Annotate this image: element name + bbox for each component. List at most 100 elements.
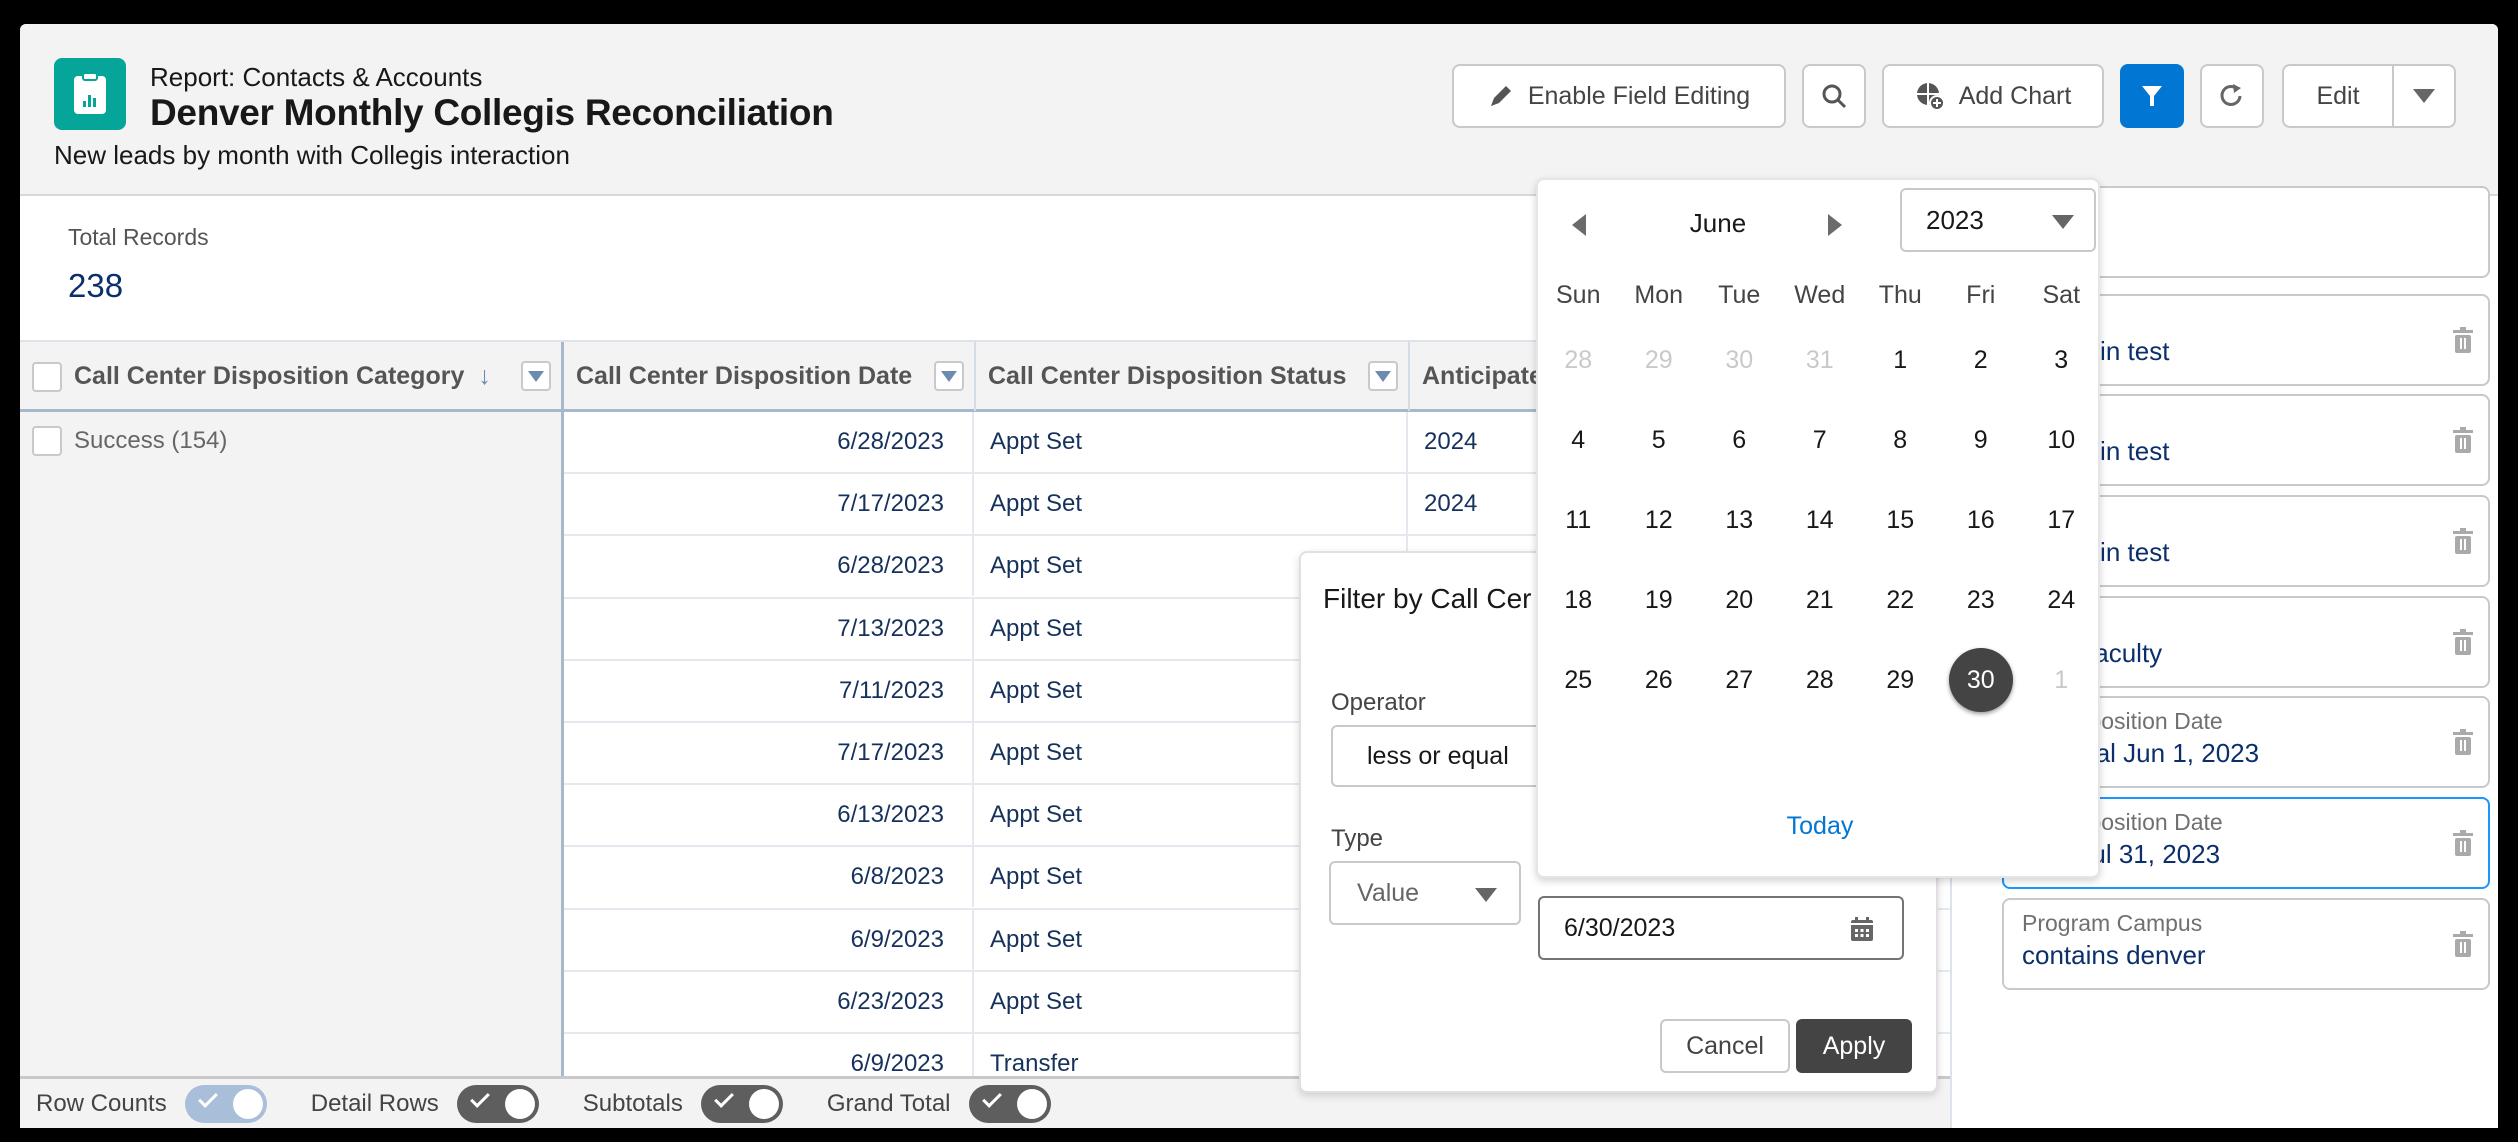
next-month-icon[interactable] <box>1828 214 1842 236</box>
group-column: Success (154) <box>20 412 564 1080</box>
calendar-day[interactable]: 3 <box>2021 328 2102 392</box>
weekday-label: Sun <box>1556 281 1601 309</box>
cell-date: 7/11/2023 <box>564 660 974 721</box>
today-button[interactable]: Today <box>1538 812 2102 841</box>
column-menu-button[interactable] <box>934 361 964 391</box>
trash-icon[interactable] <box>2452 527 2474 555</box>
toggle-label: Grand Total <box>826 1089 951 1117</box>
type-select[interactable]: Value <box>1329 861 1521 925</box>
calendar-day[interactable]: 17 <box>2021 488 2102 552</box>
toggle-row-counts[interactable] <box>184 1084 267 1123</box>
calendar-day[interactable]: 18 <box>1538 568 1619 632</box>
calendar-day[interactable]: 22 <box>1860 568 1941 632</box>
weekday-header: Sun Mon Tue Wed Thu Fri Sat <box>1538 270 2102 320</box>
filter-value: contains denver <box>2022 940 2206 970</box>
calendar-day[interactable]: 8 <box>1860 408 1941 472</box>
checkmark-icon <box>981 1087 1002 1108</box>
calendar-day[interactable]: 7 <box>1780 408 1861 472</box>
calendar-day[interactable]: 11 <box>1538 488 1619 552</box>
column-menu-button[interactable] <box>521 361 551 391</box>
apply-button[interactable]: Apply <box>1796 1019 1912 1073</box>
column-header-label: Call Center Disposition Category <box>74 362 465 390</box>
calendar-day[interactable]: 14 <box>1780 488 1861 552</box>
search-button[interactable] <box>1802 64 1866 128</box>
calendar-grid: Sun Mon Tue Wed Thu Fri Sat 28 29 30 31 1 2 3 4 5 6 7 8 9 10… <box>1538 270 2102 720</box>
operator-select[interactable]: less or equal <box>1331 725 1561 787</box>
edit-button[interactable]: Edit <box>2284 66 2394 126</box>
previous-month-icon[interactable] <box>1572 214 1586 236</box>
filter-card[interactable]: Program Campus contains denver <box>2002 898 2490 990</box>
edit-menu-button[interactable] <box>2394 89 2454 103</box>
toggle-grand-total[interactable] <box>968 1084 1051 1123</box>
calendar-day[interactable]: 28 <box>1780 648 1861 712</box>
day-number: 16 <box>1966 506 1995 534</box>
column-header-date[interactable]: Call Center Disposition Date <box>564 342 976 411</box>
calendar-day[interactable]: 30 <box>1699 328 1780 392</box>
refresh-button[interactable] <box>2200 64 2264 128</box>
calendar-day[interactable]: 9 <box>1941 408 2022 472</box>
total-records-value: 238 <box>68 267 124 304</box>
calendar-day[interactable]: 25 <box>1538 648 1619 712</box>
filter-button[interactable] <box>2120 64 2184 128</box>
calendar-day[interactable]: 24 <box>2021 568 2102 632</box>
add-chart-icon <box>1916 83 1945 111</box>
calendar-day[interactable]: 2 <box>1941 328 2022 392</box>
calendar-day[interactable]: 10 <box>2021 408 2102 472</box>
calendar-day[interactable]: 28 <box>1538 328 1619 392</box>
calendar-day[interactable]: 19 <box>1619 568 1700 632</box>
toolbar: Enable Field Editing Add Chart Edit <box>20 64 2498 128</box>
column-header-status[interactable]: Call Center Disposition Status <box>976 342 1410 411</box>
date-input[interactable]: 6/30/2023 <box>1538 896 1904 960</box>
calendar-day[interactable]: 21 <box>1780 568 1861 632</box>
year-select[interactable]: 2023 <box>1900 188 2096 252</box>
day-number: 3 <box>2054 346 2069 374</box>
calendar-day[interactable]: 12 <box>1619 488 1700 552</box>
trash-icon[interactable] <box>2452 930 2474 958</box>
chevron-down-icon <box>2413 89 2435 103</box>
calendar-day[interactable]: 31 <box>1780 328 1861 392</box>
group-row-success[interactable]: Success (154) <box>32 426 227 456</box>
calendar-day[interactable]: 26 <box>1619 648 1700 712</box>
select-all-checkbox[interactable] <box>32 361 62 392</box>
calendar-day[interactable]: 15 <box>1860 488 1941 552</box>
trash-icon[interactable] <box>2452 426 2474 454</box>
calendar-day[interactable]: 20 <box>1699 568 1780 632</box>
toggle-subtotals[interactable] <box>700 1084 783 1123</box>
calendar-day[interactable]: 1 <box>1860 328 1941 392</box>
column-header-label: Call Center Disposition Status <box>988 362 1347 390</box>
calendar-icon[interactable] <box>1850 916 1874 942</box>
column-menu-button[interactable] <box>1368 361 1398 391</box>
weekday-label: Sat <box>2042 281 2081 309</box>
toggle-detail-rows[interactable] <box>456 1084 539 1123</box>
calendar-day[interactable]: 29 <box>1619 328 1700 392</box>
trash-icon[interactable] <box>2452 628 2474 656</box>
enable-field-editing-button[interactable]: Enable Field Editing <box>1452 64 1786 128</box>
calendar-day[interactable]: 13 <box>1699 488 1780 552</box>
total-records-label: Total Records <box>68 224 209 250</box>
column-header-category[interactable]: Call Center Disposition Category ↓ <box>20 342 564 411</box>
column-header-label: Call Center Disposition Date <box>576 362 913 390</box>
calendar-day[interactable]: 4 <box>1538 408 1619 472</box>
calendar-day[interactable]: 5 <box>1619 408 1700 472</box>
type-value: Value <box>1357 878 1420 907</box>
day-number: 10 <box>2047 426 2076 454</box>
weekday-label: Thu <box>1878 281 1922 309</box>
calendar-day[interactable]: 29 <box>1860 648 1941 712</box>
trash-icon[interactable] <box>2452 728 2474 756</box>
calendar-day[interactable]: 23 <box>1941 568 2022 632</box>
calendar-day[interactable]: 1 <box>2021 648 2102 712</box>
calendar-day-selected[interactable]: 30 <box>1941 648 2022 712</box>
calendar-day[interactable]: 16 <box>1941 488 2022 552</box>
trash-icon[interactable] <box>2452 829 2474 857</box>
trash-icon[interactable] <box>2452 326 2474 354</box>
date-picker: June 2023 Sun Mon Tue Wed Thu Fri Sat 28 29 30 31 1… <box>1536 178 2100 878</box>
year-value: 2023 <box>1926 204 1984 235</box>
day-number: 22 <box>1886 586 1915 614</box>
calendar-day[interactable]: 6 <box>1699 408 1780 472</box>
cancel-button[interactable]: Cancel <box>1660 1019 1790 1073</box>
group-checkbox[interactable] <box>32 426 62 456</box>
calendar-day[interactable]: 27 <box>1699 648 1780 712</box>
day-number: 21 <box>1805 586 1834 614</box>
day-number: 28 <box>1805 666 1834 694</box>
add-chart-button[interactable]: Add Chart <box>1882 64 2104 128</box>
